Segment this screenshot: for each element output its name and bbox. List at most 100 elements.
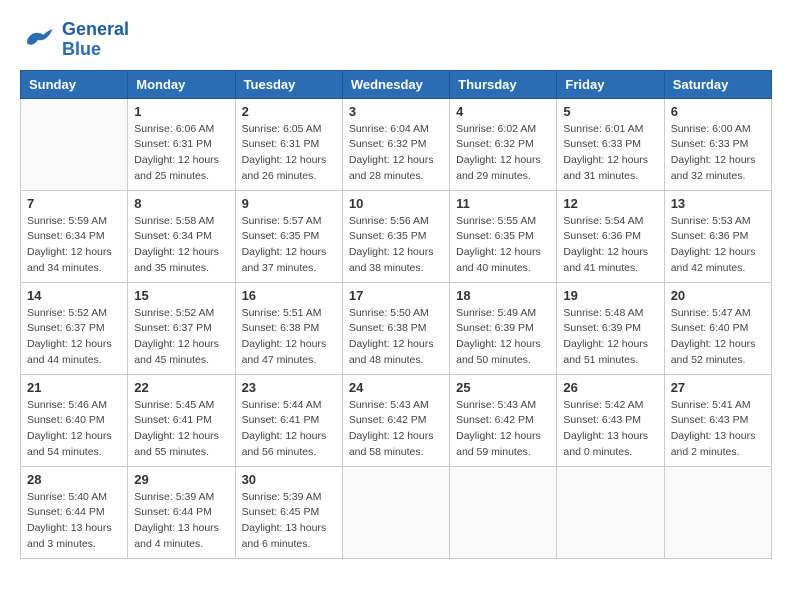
day-number: 18 xyxy=(456,288,550,303)
day-info: Sunrise: 5:40 AM Sunset: 6:44 PM Dayligh… xyxy=(27,490,121,553)
day-number: 24 xyxy=(349,380,443,395)
day-number: 26 xyxy=(563,380,657,395)
calendar-cell: 29 Sunrise: 5:39 AM Sunset: 6:44 PM Dayli… xyxy=(128,466,235,558)
day-info: Sunrise: 5:47 AM Sunset: 6:40 PM Dayligh… xyxy=(671,306,765,369)
calendar-cell: 25Sunrise: 5:43 AM Sunset: 6:42 PM Dayli… xyxy=(450,374,557,466)
calendar-cell xyxy=(21,98,128,190)
day-number: 19 xyxy=(563,288,657,303)
weekday-header-saturday: Saturday xyxy=(664,70,771,98)
day-info: Sunrise: 5:39 AM Sunset: 6:44 PM Dayligh… xyxy=(134,490,228,553)
day-info: Sunrise: 6:02 AM Sunset: 6:32 PM Dayligh… xyxy=(456,122,550,185)
calendar-cell: 1 Sunrise: 6:06 AM Sunset: 6:31 PM Daylig… xyxy=(128,98,235,190)
day-number: 5 xyxy=(563,104,657,119)
weekday-header-thursday: Thursday xyxy=(450,70,557,98)
day-info: Sunrise: 5:50 AM Sunset: 6:38 PM Dayligh… xyxy=(349,306,443,369)
logo-icon xyxy=(20,22,56,58)
calendar-cell: 23 Sunrise: 5:44 AM Sunset: 6:41 PM Dayli… xyxy=(235,374,342,466)
day-number: 16 xyxy=(242,288,336,303)
calendar-cell xyxy=(450,466,557,558)
day-info: Sunrise: 5:43 AM Sunset: 6:42 PM Dayligh… xyxy=(349,398,443,461)
day-number: 10 xyxy=(349,196,443,211)
day-info: Sunrise: 5:55 AM Sunset: 6:35 PM Dayligh… xyxy=(456,214,550,277)
calendar-cell: 14Sunrise: 5:52 AM Sunset: 6:37 PM Dayli… xyxy=(21,282,128,374)
day-info: Sunrise: 6:00 AM Sunset: 6:33 PM Dayligh… xyxy=(671,122,765,185)
calendar-cell: 4 Sunrise: 6:02 AM Sunset: 6:32 PM Daylig… xyxy=(450,98,557,190)
day-info: Sunrise: 5:57 AM Sunset: 6:35 PM Dayligh… xyxy=(242,214,336,277)
day-info: Sunrise: 6:06 AM Sunset: 6:31 PM Dayligh… xyxy=(134,122,228,185)
day-info: Sunrise: 6:04 AM Sunset: 6:32 PM Dayligh… xyxy=(349,122,443,185)
day-number: 13 xyxy=(671,196,765,211)
calendar-cell: 20 Sunrise: 5:47 AM Sunset: 6:40 PM Dayli… xyxy=(664,282,771,374)
day-number: 8 xyxy=(134,196,228,211)
calendar-cell: 18Sunrise: 5:49 AM Sunset: 6:39 PM Dayli… xyxy=(450,282,557,374)
calendar-cell: 19 Sunrise: 5:48 AM Sunset: 6:39 PM Dayli… xyxy=(557,282,664,374)
calendar-cell xyxy=(664,466,771,558)
day-number: 28 xyxy=(27,472,121,487)
day-number: 2 xyxy=(242,104,336,119)
day-number: 30 xyxy=(242,472,336,487)
day-info: Sunrise: 5:56 AM Sunset: 6:35 PM Dayligh… xyxy=(349,214,443,277)
day-info: Sunrise: 5:42 AM Sunset: 6:43 PM Dayligh… xyxy=(563,398,657,461)
logo-text: General Blue xyxy=(62,20,129,60)
day-info: Sunrise: 5:45 AM Sunset: 6:41 PM Dayligh… xyxy=(134,398,228,461)
calendar-cell: 24 Sunrise: 5:43 AM Sunset: 6:42 PM Dayli… xyxy=(342,374,449,466)
calendar-week-3: 14Sunrise: 5:52 AM Sunset: 6:37 PM Dayli… xyxy=(21,282,772,374)
day-number: 23 xyxy=(242,380,336,395)
day-number: 4 xyxy=(456,104,550,119)
day-info: Sunrise: 5:58 AM Sunset: 6:34 PM Dayligh… xyxy=(134,214,228,277)
day-number: 25 xyxy=(456,380,550,395)
calendar-cell: 27 Sunrise: 5:41 AM Sunset: 6:43 PM Dayli… xyxy=(664,374,771,466)
calendar-cell: 2Sunrise: 6:05 AM Sunset: 6:31 PM Daylig… xyxy=(235,98,342,190)
day-number: 21 xyxy=(27,380,121,395)
day-info: Sunrise: 5:39 AM Sunset: 6:45 PM Dayligh… xyxy=(242,490,336,553)
calendar-cell: 6 Sunrise: 6:00 AM Sunset: 6:33 PM Daylig… xyxy=(664,98,771,190)
calendar-cell: 7 Sunrise: 5:59 AM Sunset: 6:34 PM Daylig… xyxy=(21,190,128,282)
day-number: 9 xyxy=(242,196,336,211)
day-info: Sunrise: 5:54 AM Sunset: 6:36 PM Dayligh… xyxy=(563,214,657,277)
day-info: Sunrise: 5:41 AM Sunset: 6:43 PM Dayligh… xyxy=(671,398,765,461)
calendar-cell xyxy=(557,466,664,558)
day-number: 20 xyxy=(671,288,765,303)
day-number: 11 xyxy=(456,196,550,211)
calendar-week-2: 7 Sunrise: 5:59 AM Sunset: 6:34 PM Daylig… xyxy=(21,190,772,282)
calendar-cell: 28 Sunrise: 5:40 AM Sunset: 6:44 PM Dayli… xyxy=(21,466,128,558)
day-info: Sunrise: 5:52 AM Sunset: 6:37 PM Dayligh… xyxy=(27,306,121,369)
calendar-cell: 17 Sunrise: 5:50 AM Sunset: 6:38 PM Dayli… xyxy=(342,282,449,374)
weekday-header-sunday: Sunday xyxy=(21,70,128,98)
weekday-header-friday: Friday xyxy=(557,70,664,98)
day-number: 27 xyxy=(671,380,765,395)
calendar-week-4: 21 Sunrise: 5:46 AM Sunset: 6:40 PM Dayli… xyxy=(21,374,772,466)
calendar-cell: 26 Sunrise: 5:42 AM Sunset: 6:43 PM Dayli… xyxy=(557,374,664,466)
day-info: Sunrise: 5:52 AM Sunset: 6:37 PM Dayligh… xyxy=(134,306,228,369)
day-info: Sunrise: 6:01 AM Sunset: 6:33 PM Dayligh… xyxy=(563,122,657,185)
day-info: Sunrise: 5:59 AM Sunset: 6:34 PM Dayligh… xyxy=(27,214,121,277)
day-number: 1 xyxy=(134,104,228,119)
day-number: 17 xyxy=(349,288,443,303)
calendar-cell: 11 Sunrise: 5:55 AM Sunset: 6:35 PM Dayli… xyxy=(450,190,557,282)
calendar-cell: 10 Sunrise: 5:56 AM Sunset: 6:35 PM Dayli… xyxy=(342,190,449,282)
page-header: General Blue xyxy=(20,20,772,60)
calendar-table: SundayMondayTuesdayWednesdayThursdayFrid… xyxy=(20,70,772,559)
calendar-cell: 9 Sunrise: 5:57 AM Sunset: 6:35 PM Daylig… xyxy=(235,190,342,282)
weekday-header-tuesday: Tuesday xyxy=(235,70,342,98)
calendar-cell: 8 Sunrise: 5:58 AM Sunset: 6:34 PM Daylig… xyxy=(128,190,235,282)
calendar-cell: 15 Sunrise: 5:52 AM Sunset: 6:37 PM Dayli… xyxy=(128,282,235,374)
day-info: Sunrise: 5:51 AM Sunset: 6:38 PM Dayligh… xyxy=(242,306,336,369)
logo: General Blue xyxy=(20,20,129,60)
calendar-cell: 13 Sunrise: 5:53 AM Sunset: 6:36 PM Dayli… xyxy=(664,190,771,282)
calendar-cell: 30 Sunrise: 5:39 AM Sunset: 6:45 PM Dayli… xyxy=(235,466,342,558)
day-info: Sunrise: 5:53 AM Sunset: 6:36 PM Dayligh… xyxy=(671,214,765,277)
calendar-cell: 3Sunrise: 6:04 AM Sunset: 6:32 PM Daylig… xyxy=(342,98,449,190)
calendar-week-5: 28 Sunrise: 5:40 AM Sunset: 6:44 PM Dayli… xyxy=(21,466,772,558)
day-number: 6 xyxy=(671,104,765,119)
calendar-week-1: 1 Sunrise: 6:06 AM Sunset: 6:31 PM Daylig… xyxy=(21,98,772,190)
day-info: Sunrise: 5:44 AM Sunset: 6:41 PM Dayligh… xyxy=(242,398,336,461)
day-number: 22 xyxy=(134,380,228,395)
calendar-cell xyxy=(342,466,449,558)
day-info: Sunrise: 5:48 AM Sunset: 6:39 PM Dayligh… xyxy=(563,306,657,369)
day-number: 7 xyxy=(27,196,121,211)
weekday-header-wednesday: Wednesday xyxy=(342,70,449,98)
day-number: 15 xyxy=(134,288,228,303)
day-number: 29 xyxy=(134,472,228,487)
day-info: Sunrise: 5:46 AM Sunset: 6:40 PM Dayligh… xyxy=(27,398,121,461)
